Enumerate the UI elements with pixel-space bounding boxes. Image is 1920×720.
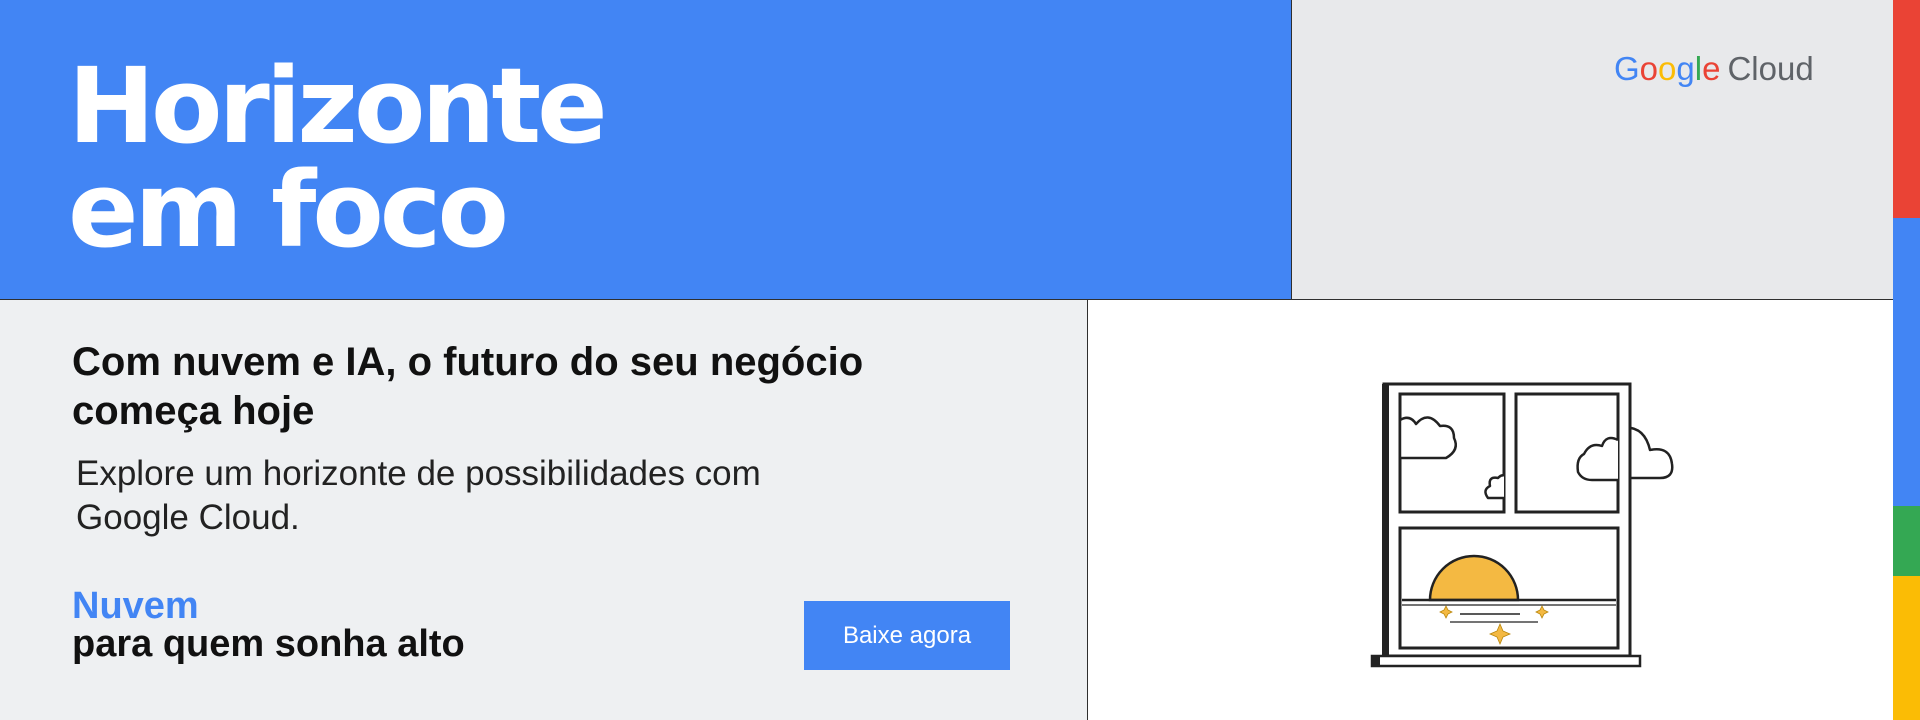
window-sunset-icon <box>1370 382 1674 668</box>
hero-banner: Horizonte em foco <box>0 0 1292 300</box>
logo-letter-g2: g <box>1676 50 1695 87</box>
headline: Com nuvem e IA, o futuro do seu negócio … <box>72 340 864 433</box>
tagline: para quem sonha alto <box>72 623 465 665</box>
stripe-red <box>1893 0 1920 218</box>
stripe-yellow <box>1893 576 1920 720</box>
logo-cloud-word: Cloud <box>1727 50 1814 87</box>
hero-title-line-2: em foco <box>68 149 509 271</box>
stripe-green <box>1893 506 1920 576</box>
brand-color-stripe <box>1893 0 1920 720</box>
logo-letter-o1: o <box>1639 50 1659 87</box>
logo-letter-o2: o <box>1658 50 1677 87</box>
google-cloud-logo: Google Cloud <box>1614 48 1814 90</box>
hero-title: Horizonte em foco <box>68 45 608 271</box>
logo-letter-l: l <box>1694 50 1703 87</box>
hero-title-line-1: Horizonte <box>68 45 608 167</box>
logo-letter-e: e <box>1702 50 1721 87</box>
stripe-blue <box>1893 218 1920 506</box>
subheadline: Explore um horizonte de possibilidades c… <box>76 454 761 537</box>
download-button[interactable]: Baixe agora <box>804 601 1010 670</box>
logo-letter-g: G <box>1614 50 1640 87</box>
logo-panel <box>1292 0 1893 300</box>
